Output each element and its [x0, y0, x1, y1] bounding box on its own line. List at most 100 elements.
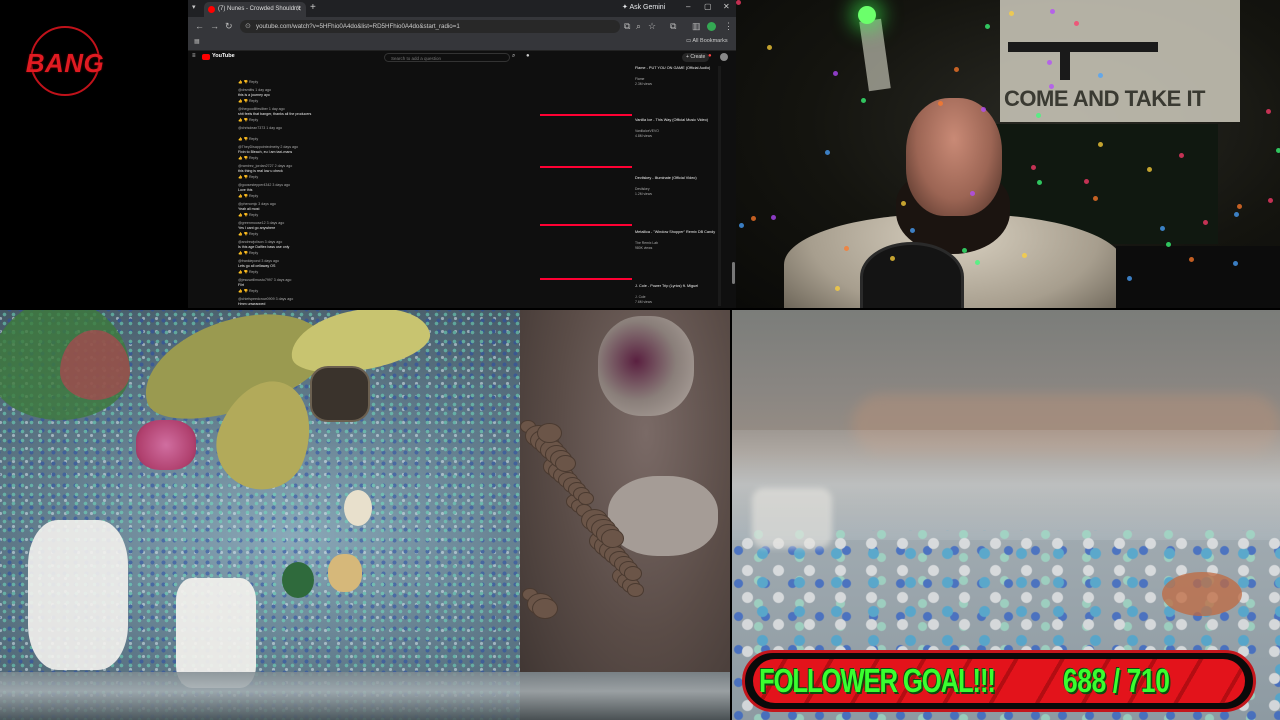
- browser-tab[interactable]: (7) Nunes - Crowded Shouldn't ✕: [204, 2, 306, 17]
- youtube-search-input[interactable]: Search to add a question: [384, 53, 510, 62]
- orange-rock: [1162, 572, 1242, 616]
- close-window-icon[interactable]: ✕: [723, 2, 730, 11]
- video-thumbnail[interactable]: [540, 66, 632, 116]
- site-info-icon[interactable]: ⊙: [245, 20, 251, 33]
- light-spot: [861, 98, 867, 104]
- video-title[interactable]: Devilskey - Illuminate (Official Video): [635, 176, 730, 181]
- comment-author[interactable]: @thegoodlifesilber 1 day ago: [238, 107, 285, 111]
- flag-text: COME AND TAKE IT: [1004, 86, 1206, 111]
- video-channel[interactable]: VanillaIceVEVO: [635, 129, 659, 133]
- comment-reply-button[interactable]: 👍 👎 Reply: [238, 137, 258, 141]
- comment-author[interactable]: @goosestepper4342 3 days ago: [238, 183, 290, 187]
- video-title[interactable]: J. Cole - Power Trip (Lyrics) ft. Miguel: [635, 284, 730, 289]
- maximize-icon[interactable]: ▢: [704, 2, 712, 11]
- minimize-icon[interactable]: –: [686, 2, 690, 11]
- related-video-item[interactable]: Vanilla Ice - This Way (Official Music V…: [540, 118, 730, 168]
- comment-text: Yes I cant go anywhere: [238, 226, 276, 230]
- account-avatar[interactable]: [720, 53, 728, 61]
- comment-author[interactable]: @phenomjc 3 days ago: [238, 202, 276, 206]
- light-spot: [961, 247, 967, 253]
- related-video-item[interactable]: Metallica - "Window Shopper" Remix DB Ca…: [540, 230, 730, 280]
- video-title[interactable]: Flame - PUT YOU ON GAME (Official Audio): [635, 66, 730, 71]
- comment-text: Lets go all cellaway OS: [238, 264, 276, 268]
- reload-icon[interactable]: ↻: [225, 21, 233, 32]
- video-thumbnail[interactable]: [540, 176, 632, 226]
- video-title[interactable]: Vanilla Ice - This Way (Official Music V…: [635, 118, 730, 123]
- amethyst-geode: [598, 316, 694, 416]
- comment-reply-button[interactable]: 👍 👎 Reply: [238, 175, 258, 179]
- comment-reply-button[interactable]: 👍 👎 Reply: [238, 99, 258, 103]
- comment-author[interactable]: @chrisdean7373 1 day ago: [238, 126, 282, 130]
- comment-reply-button[interactable]: 👍 👎 Reply: [238, 80, 258, 84]
- light-spot: [1266, 109, 1272, 115]
- comment-reply-button[interactable]: 👍 👎 Reply: [238, 270, 258, 274]
- comment-reply-button[interactable]: 👍 👎 Reply: [238, 156, 258, 160]
- video-thumbnail[interactable]: [540, 118, 632, 168]
- ask-gemini-label: Ask Gemini: [629, 4, 666, 11]
- comment-author[interactable]: @TheyDisappointedmeby 2 days ago: [238, 145, 298, 149]
- comment-author[interactable]: @ramirez_jordan2727 2 days ago: [238, 164, 292, 168]
- youtube-logo-icon[interactable]: [202, 54, 210, 60]
- comment-author[interactable]: @andrewjolison 3 days ago: [238, 240, 282, 244]
- video-title[interactable]: Metallica - "Window Shopper" Remix DB Ca…: [635, 230, 730, 235]
- video-channel[interactable]: The Remix Lab: [635, 241, 658, 245]
- profile-avatar[interactable]: [707, 22, 716, 31]
- comment-item: @jesuswillmusto7997 3 days ago Flirt 👍 👎 R…: [238, 278, 528, 297]
- bookmark-star-icon[interactable]: ☆: [648, 21, 656, 32]
- video-channel[interactable]: Flame: [635, 77, 644, 81]
- zoom-icon[interactable]: ⌕: [636, 21, 641, 32]
- light-spot: [1165, 241, 1171, 247]
- new-tab-icon[interactable]: +: [310, 2, 316, 14]
- video-channel[interactable]: Devilskey: [635, 187, 650, 191]
- comment-author[interactable]: @greenmoose12 3 days ago: [238, 221, 284, 225]
- comment-reply-button[interactable]: 👍 👎 Reply: [238, 194, 258, 198]
- apps-grid-icon[interactable]: ▦: [194, 38, 200, 45]
- all-bookmarks-label: All Bookmarks: [692, 38, 728, 44]
- light-spot: [1188, 257, 1194, 263]
- comment-author[interactable]: @frankiepond 3 days ago: [238, 259, 279, 263]
- forward-icon[interactable]: →: [210, 21, 219, 32]
- video-views: 2.3M views: [635, 82, 652, 86]
- translate-icon[interactable]: ⧉: [624, 21, 630, 32]
- notifications-icon[interactable]: ●: [708, 53, 712, 59]
- comment-reply-button[interactable]: 👍 👎 Reply: [238, 213, 258, 217]
- pebble: [555, 455, 576, 473]
- light-spot: [825, 150, 831, 156]
- pebble: [601, 529, 624, 548]
- all-bookmarks-button[interactable]: ▭ All Bookmarks: [686, 38, 728, 44]
- url-field[interactable]: ⊙ youtube.com/watch?v=5HFhio0A4do&list=R…: [240, 20, 620, 33]
- ask-gemini-button[interactable]: ✦ Ask Gemini: [622, 3, 665, 11]
- comment-author[interactable]: @drsmitts 1 day ago: [238, 88, 271, 92]
- tab-close-icon[interactable]: ✕: [296, 2, 302, 17]
- search-icon[interactable]: ⌕: [512, 53, 515, 60]
- comment-item: 👍 👎 Reply: [238, 69, 528, 88]
- related-video-item[interactable]: J. Cole - Power Trip (Lyrics) ft. Miguel…: [540, 284, 730, 308]
- related-video-item[interactable]: Devilskey - Illuminate (Official Video) D…: [540, 176, 730, 226]
- comment-reply-button[interactable]: 👍 👎 Reply: [238, 251, 258, 255]
- comment-reply-button[interactable]: 👍 👎 Reply: [238, 118, 258, 122]
- reflection: [752, 488, 832, 548]
- back-icon[interactable]: ←: [195, 21, 204, 32]
- tab-search-icon[interactable]: ▾: [192, 3, 196, 11]
- youtube-header: ≡ YouTube Search to add a question ⌕ ● +…: [188, 51, 736, 65]
- comment-reply-button[interactable]: 👍 👎 Reply: [238, 232, 258, 236]
- hamburger-menu-icon[interactable]: ≡: [192, 53, 196, 59]
- comment-author[interactable]: @chiefspeedcrow0909 3 days ago: [238, 297, 293, 301]
- sidebar-icon[interactable]: ▥: [692, 21, 701, 32]
- menu-kebab-icon[interactable]: ⋮: [724, 21, 733, 32]
- page-scrollbar[interactable]: [732, 262, 735, 284]
- video-channel[interactable]: J. Cole: [635, 295, 646, 299]
- voice-search-icon[interactable]: ●: [526, 53, 530, 59]
- watch-progress-bar: [540, 114, 632, 116]
- create-button[interactable]: + Create: [682, 53, 710, 62]
- video-thumbnail[interactable]: [540, 284, 632, 308]
- comment-author[interactable]: @jesuswillmusto7997 3 days ago: [238, 278, 291, 282]
- extensions-icon[interactable]: ⧉: [670, 21, 676, 32]
- related-video-item[interactable]: Flame - PUT YOU ON GAME (Official Audio)…: [540, 66, 730, 116]
- comment-reply-button[interactable]: 👍 👎 Reply: [238, 289, 258, 293]
- reply-label: Reply: [248, 213, 259, 217]
- comment-item: @chiefspeedcrow0909 3 days ago Hmm unwrap…: [238, 297, 528, 305]
- tab-title: (7) Nunes - Crowded Shouldn't: [218, 6, 301, 12]
- video-thumbnail[interactable]: [540, 230, 632, 280]
- comments-section: 👍 👎 Reply @drsmitts 1 day ago this is a jo…: [238, 69, 528, 305]
